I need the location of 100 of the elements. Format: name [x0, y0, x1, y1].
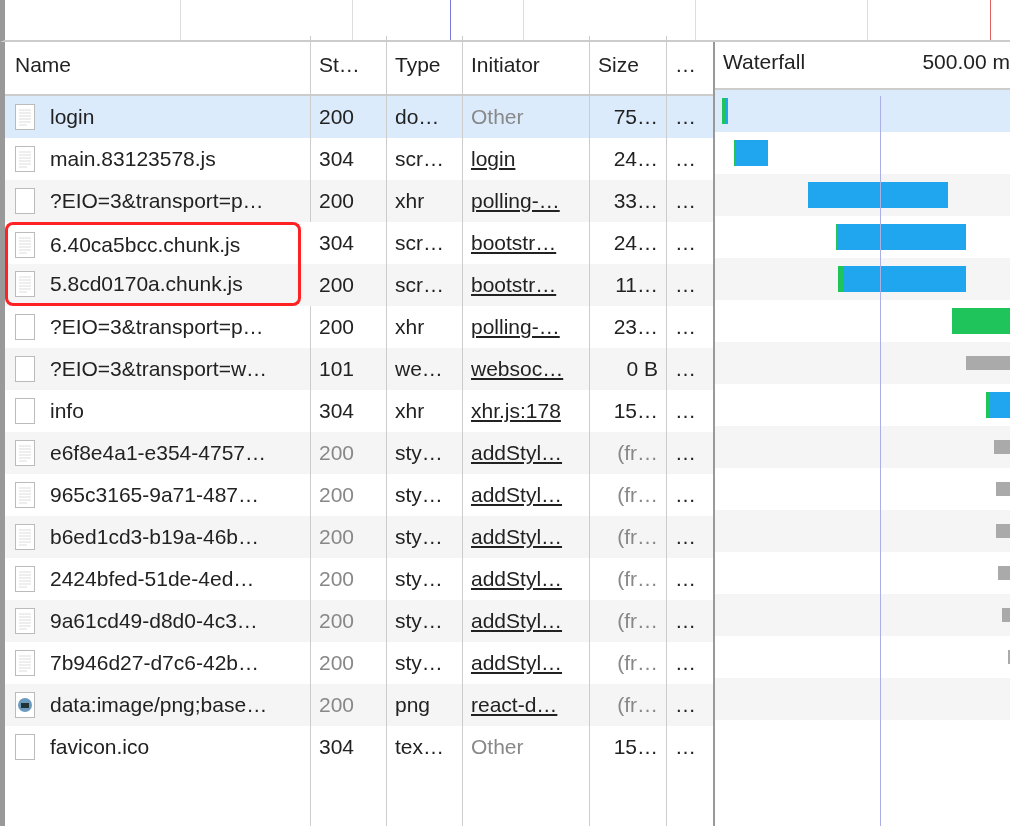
transfer-size: 24… — [613, 147, 658, 171]
transfer-size: (fr… — [617, 441, 658, 465]
request-type: sty… — [395, 483, 443, 507]
column-header[interactable]: Type — [387, 36, 463, 94]
transfer-size: 24… — [613, 231, 658, 255]
more-cell: … — [675, 315, 696, 339]
request-name: 2424bfed-51de-4ed… — [50, 567, 255, 591]
time-label: 500.00 m — [922, 50, 1010, 74]
request-name: info — [50, 399, 84, 423]
column-header[interactable]: Initiator — [463, 36, 590, 94]
image-file-icon — [15, 692, 35, 718]
timing-bar — [722, 98, 728, 124]
more-cell: … — [675, 399, 696, 423]
column-header[interactable]: Name — [5, 36, 311, 94]
transfer-size: 23… — [613, 315, 658, 339]
initiator-link[interactable]: login — [471, 147, 516, 171]
request-row[interactable]: 5.8cd0170a.chunk.js 200 scr… bootstr… 11… … — [5, 264, 713, 306]
request-type: png — [395, 693, 431, 717]
column-header[interactable]: Size — [590, 36, 667, 94]
request-type: sty… — [395, 441, 443, 465]
request-name: ?EIO=3&transport=p… — [50, 189, 264, 213]
more-cell: … — [675, 567, 696, 591]
request-row[interactable]: ?EIO=3&transport=w… 101 we… websoc… 0 B … — [5, 348, 713, 390]
more-cell: … — [675, 609, 696, 633]
request-name: e6f8e4a1-e354-4757… — [50, 441, 266, 465]
request-row[interactable]: ?EIO=3&transport=p… 200 xhr polling-… 33… … — [5, 180, 713, 222]
blank-file-icon — [15, 314, 35, 340]
initiator-link[interactable]: addStyl… — [471, 651, 563, 675]
status-code: 200 — [319, 651, 355, 675]
request-row[interactable]: e6f8e4a1-e354-4757… 200 sty… addStyl… (fr… … — [5, 432, 713, 474]
more-cell: … — [675, 441, 696, 465]
request-type: sty… — [395, 651, 443, 675]
initiator-link[interactable]: polling-… — [471, 189, 560, 213]
status-code: 200 — [319, 483, 355, 507]
column-header[interactable]: … — [667, 36, 713, 94]
transfer-size: 75… — [613, 105, 658, 129]
initiator-link[interactable]: addStyl… — [471, 567, 563, 591]
blank-file-icon — [15, 356, 35, 382]
status-code: 200 — [319, 693, 355, 717]
column-header[interactable]: St… — [311, 36, 387, 94]
request-name: 7b946d27-d7c6-42b… — [50, 651, 259, 675]
initiator-link[interactable]: react-d… — [471, 693, 558, 717]
transfer-size: (fr… — [617, 651, 658, 675]
status-code: 200 — [319, 609, 355, 633]
request-type: scr… — [395, 273, 444, 297]
initiator-link[interactable]: addStyl… — [471, 525, 563, 549]
document-icon — [15, 482, 35, 508]
request-name: 6.40ca5bcc.chunk.js — [50, 232, 241, 257]
request-name: 965c3165-9a71-487… — [50, 483, 259, 507]
status-code: 200 — [319, 189, 355, 213]
more-cell: … — [675, 189, 696, 213]
status-code: 200 — [319, 273, 355, 297]
request-name: ?EIO=3&transport=w… — [50, 357, 268, 381]
waterfall-header[interactable]: Waterfall — [723, 50, 806, 74]
initiator-link[interactable]: addStyl… — [471, 483, 563, 507]
status-code: 304 — [319, 231, 355, 255]
transfer-size: (fr… — [617, 483, 658, 507]
transfer-size: 15… — [613, 735, 658, 759]
initiator-link[interactable]: addStyl… — [471, 609, 563, 633]
request-name: data:image/png;base… — [50, 693, 268, 717]
initiator-text: Other — [471, 735, 524, 759]
timing-bar — [1002, 608, 1010, 622]
request-name: main.83123578.js — [50, 147, 216, 171]
initiator-link[interactable]: addStyl… — [471, 441, 563, 465]
timing-bar — [996, 524, 1010, 538]
more-cell: … — [675, 735, 696, 759]
status-code: 200 — [319, 567, 355, 591]
request-type: xhr — [395, 189, 425, 213]
more-cell: … — [675, 525, 696, 549]
request-type: xhr — [395, 399, 425, 423]
status-code: 304 — [319, 399, 355, 423]
request-name: 9a61cd49-d8d0-4c3… — [50, 609, 258, 633]
request-row[interactable]: data:image/png;base… 200 png react-d… (fr… … — [5, 684, 713, 726]
status-code: 200 — [319, 315, 355, 339]
initiator-link[interactable]: xhr.js:178 — [471, 399, 561, 423]
transfer-size: (fr… — [617, 525, 658, 549]
initiator-link[interactable]: bootstr… — [471, 273, 557, 297]
more-cell: … — [675, 231, 696, 255]
more-cell: … — [675, 105, 696, 129]
request-row[interactable]: login 200 do… Other 75… … — [5, 96, 713, 138]
initiator-link[interactable]: websoc… — [471, 357, 564, 381]
request-type: scr… — [395, 231, 444, 255]
request-name: b6ed1cd3-b19a-46b… — [50, 525, 259, 549]
status-code: 200 — [319, 441, 355, 465]
status-code: 200 — [319, 525, 355, 549]
initiator-link[interactable]: bootstr… — [471, 231, 557, 255]
status-code: 200 — [319, 105, 355, 129]
request-type: sty… — [395, 567, 443, 591]
transfer-size: 0 B — [626, 357, 658, 381]
request-row[interactable]: 9a61cd49-d8d0-4c3… 200 sty… addStyl… (fr… … — [5, 600, 713, 642]
document-icon — [15, 566, 35, 592]
transfer-size: (fr… — [617, 693, 658, 717]
request-row[interactable]: b6ed1cd3-b19a-46b… 200 sty… addStyl… (fr… … — [5, 516, 713, 558]
timing-bar — [966, 356, 1010, 370]
initiator-link[interactable]: polling-… — [471, 315, 560, 339]
status-code: 304 — [319, 147, 355, 171]
request-name: ?EIO=3&transport=p… — [50, 315, 264, 339]
request-row[interactable]: favicon.ico 304 tex… Other 15… … — [5, 726, 713, 768]
timing-bar — [998, 566, 1010, 580]
more-cell: … — [675, 357, 696, 381]
